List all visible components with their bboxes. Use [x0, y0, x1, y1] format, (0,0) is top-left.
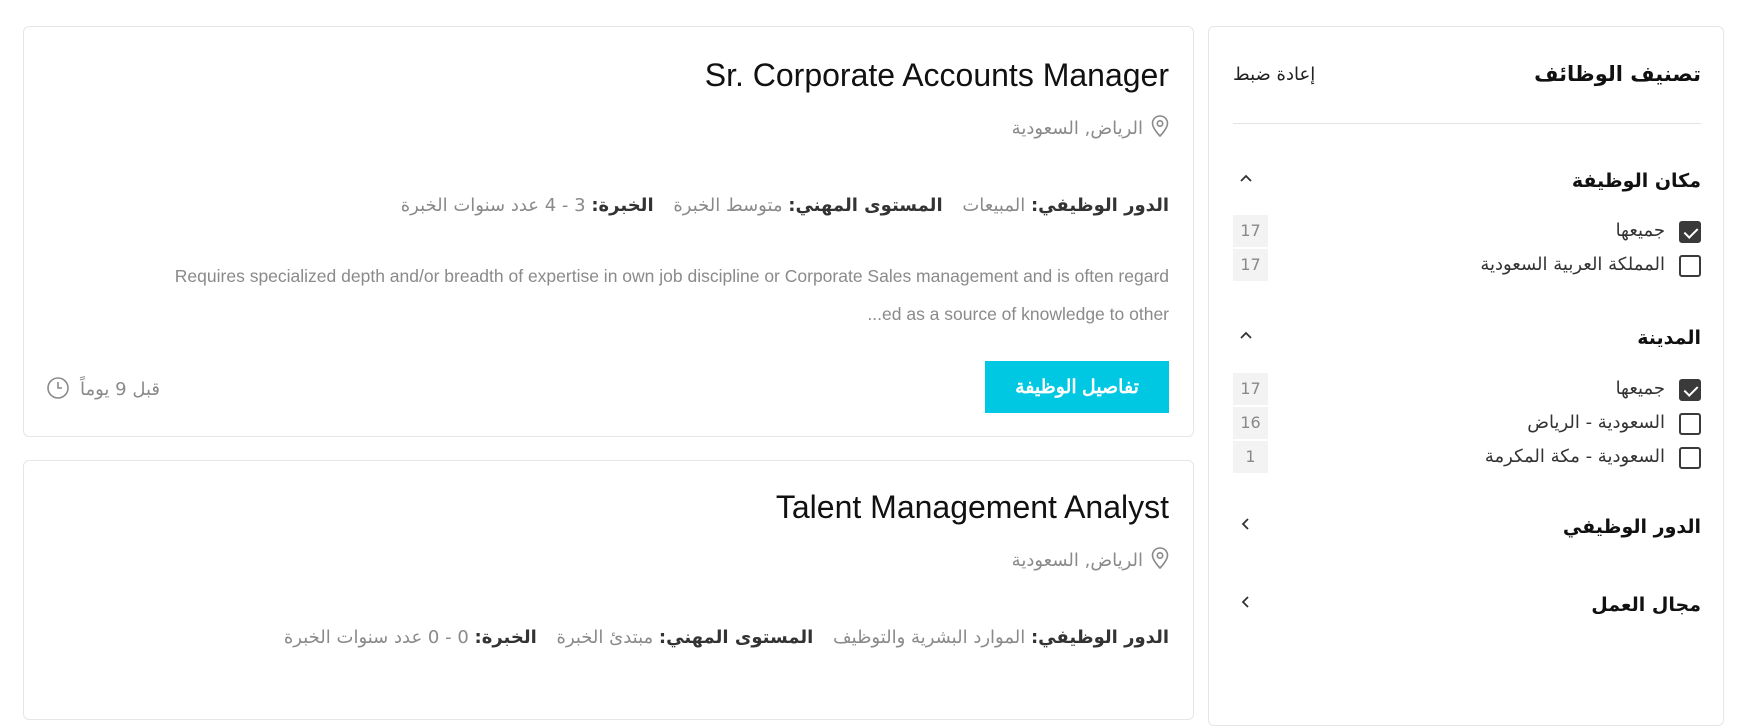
level-key: المستوى المهني:: [788, 195, 943, 216]
filter-option-city-all[interactable]: 17 جميعها: [1233, 373, 1701, 407]
filter-option-city-makkah[interactable]: 1 السعودية - مكة المكرمة: [1233, 441, 1701, 475]
job-details-button[interactable]: تفاصيل الوظيفة: [985, 361, 1169, 413]
experience-value: 3 - 4 عدد سنوات الخبرة: [400, 195, 586, 216]
role-value: الموارد البشرية والتوظيف: [833, 627, 1026, 648]
job-meta: الدور الوظيفي: الموارد البشرية والتوظيف …: [270, 627, 1169, 648]
option-label: السعودية - مكة المكرمة: [1484, 446, 1665, 467]
reset-filters-link[interactable]: إعادة ضبط: [1233, 64, 1315, 85]
job-meta: الدور الوظيفي: المبيعات المستوى المهني: …: [387, 195, 1169, 216]
posted-time: قبل 9 يوماً: [46, 376, 160, 405]
location-text: الرياض, السعودية: [1011, 118, 1143, 139]
chevron-left-icon: [1239, 515, 1253, 536]
level-value: متوسط الخبرة: [673, 195, 783, 216]
chevron-up-icon: [1239, 326, 1253, 347]
chevron-left-icon: [1239, 593, 1253, 614]
option-label: السعودية - الرياض: [1527, 412, 1665, 433]
filter-section-job-role[interactable]: الدور الوظيفي: [1233, 512, 1701, 542]
experience-value: 0 - 0 عدد سنوات الخبرة: [283, 627, 469, 648]
option-count: 17: [1233, 249, 1268, 281]
clock-icon: [46, 376, 70, 405]
description-line: Requires specialized depth and/or breadt…: [174, 266, 1169, 286]
chevron-up-icon: [1239, 169, 1253, 190]
job-filters-panel: تصنيف الوظائف إعادة ضبط مكان الوظيفة 17 …: [1208, 26, 1724, 726]
option-label: جميعها: [1615, 378, 1665, 399]
option-count: 17: [1233, 215, 1268, 247]
filter-option-location-saudi[interactable]: 17 المملكة العربية السعودية: [1233, 249, 1701, 283]
job-card: Talent Management Analyst الرياض, السعود…: [23, 460, 1194, 720]
checkbox-checked[interactable]: [1679, 379, 1701, 401]
checkbox[interactable]: [1679, 447, 1701, 469]
experience-key: الخبرة:: [474, 627, 537, 648]
job-title[interactable]: Talent Management Analyst: [776, 489, 1169, 526]
role-key: الدور الوظيفي:: [1030, 627, 1169, 648]
location-pin-icon: [1151, 547, 1169, 574]
option-count: 1: [1233, 441, 1268, 473]
role-value: المبيعات: [962, 195, 1026, 216]
job-card: Sr. Corporate Accounts Manager الرياض, ا…: [23, 26, 1194, 437]
section-label: المدينة: [1637, 327, 1701, 349]
filters-title: تصنيف الوظائف: [1534, 62, 1701, 86]
level-value: مبتدئ الخبرة: [556, 627, 654, 648]
section-label: الدور الوظيفي: [1562, 516, 1701, 538]
section-label: مجال العمل: [1591, 594, 1701, 616]
divider: [1233, 123, 1701, 124]
checkbox[interactable]: [1679, 413, 1701, 435]
option-count: 17: [1233, 373, 1268, 405]
section-label: مكان الوظيفة: [1571, 170, 1701, 192]
description-line: ...ed as a source of knowledge to other: [867, 304, 1169, 324]
posted-text: قبل 9 يوماً: [80, 379, 160, 400]
location-pin-icon: [1151, 115, 1169, 142]
filter-section-location[interactable]: مكان الوظيفة: [1233, 166, 1701, 196]
filter-option-city-riyadh[interactable]: 16 السعودية - الرياض: [1233, 407, 1701, 441]
filter-section-field[interactable]: مجال العمل: [1233, 590, 1701, 620]
level-key: المستوى المهني:: [658, 627, 814, 648]
option-label: المملكة العربية السعودية: [1480, 254, 1665, 275]
job-description: Requires specialized depth and/or breadt…: [58, 257, 1169, 333]
checkbox[interactable]: [1679, 255, 1701, 277]
experience-key: الخبرة:: [591, 195, 654, 216]
location-text: الرياض, السعودية: [1011, 550, 1143, 571]
option-count: 16: [1233, 407, 1268, 439]
job-location: الرياض, السعودية: [1012, 547, 1169, 574]
filter-section-city[interactable]: المدينة: [1233, 323, 1701, 353]
job-title[interactable]: Sr. Corporate Accounts Manager: [705, 57, 1169, 94]
checkbox-checked[interactable]: [1679, 221, 1701, 243]
job-location: الرياض, السعودية: [1012, 115, 1169, 142]
option-label: جميعها: [1615, 220, 1665, 241]
filter-option-location-all[interactable]: 17 جميعها: [1233, 215, 1701, 249]
role-key: الدور الوظيفي:: [1030, 195, 1169, 216]
